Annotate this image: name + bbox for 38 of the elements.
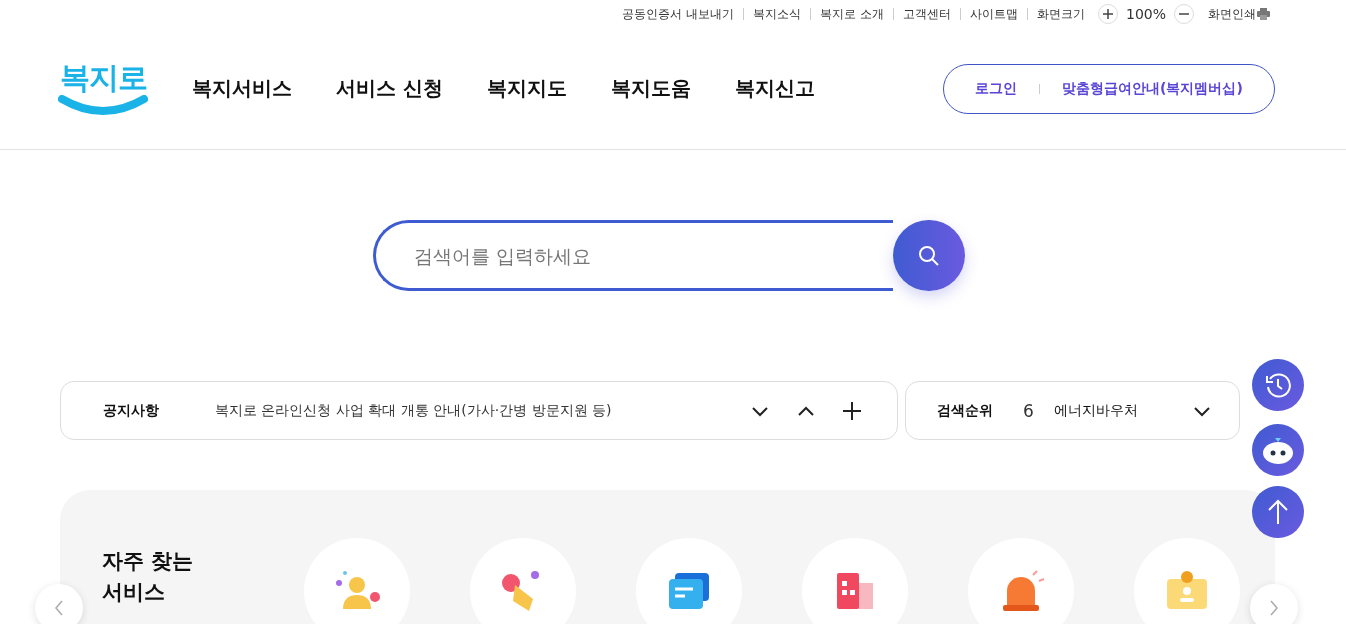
nav-item[interactable]: 복지지도: [486, 75, 567, 102]
utility-link[interactable]: 공동인증서 내보내기: [613, 8, 744, 20]
search-button[interactable]: [893, 220, 965, 291]
plus-icon: [1102, 9, 1113, 19]
nav-item[interactable]: 복지도움: [610, 75, 691, 102]
print-button[interactable]: 화면인쇄: [1208, 5, 1270, 23]
arrow-up-icon: [1266, 498, 1290, 526]
chevron-left-icon: [54, 599, 64, 617]
top-button[interactable]: [1252, 486, 1304, 538]
history-icon: [1264, 371, 1292, 399]
zoom-label: 화면크기: [1026, 8, 1094, 20]
utility-link[interactable]: 복지소식: [743, 8, 811, 20]
member-link[interactable]: 로그인: [975, 79, 1018, 98]
robot-icon: [1261, 435, 1295, 465]
nav-item[interactable]: 복지신고: [734, 75, 815, 102]
utility-link[interactable]: 고객센터: [892, 8, 960, 20]
zoom-value: 100%: [1125, 6, 1166, 22]
utility-link[interactable]: 사이트맵: [959, 8, 1027, 20]
plus-icon: [843, 401, 861, 420]
rank-term[interactable]: 에너지바우처: [1053, 401, 1138, 420]
nav-item[interactable]: 서비스 신청: [336, 75, 443, 102]
notice-label: 공지사항: [103, 401, 160, 420]
search-icon: [917, 243, 941, 268]
chevron-right-icon: [1269, 599, 1279, 617]
services-title: 자주 찾는 서비스: [102, 548, 195, 606]
notice-link[interactable]: 복지로 온라인신청 사업 확대 개통 안내(가사·간병 방문지원 등): [215, 401, 612, 420]
zoom-out-button[interactable]: [1174, 4, 1194, 24]
member-link[interactable]: 맞춤형급여안내(복지멤버십): [1062, 79, 1243, 98]
printer-icon: [1257, 8, 1270, 20]
zoom-in-button[interactable]: [1097, 4, 1118, 24]
chatbot-button[interactable]: [1252, 424, 1304, 476]
nav-item[interactable]: 복지서비스: [192, 75, 292, 102]
utility-link[interactable]: 복지로 소개: [810, 8, 893, 20]
search-field[interactable]: 검색어를 입력하세요: [373, 220, 893, 291]
smile-icon: [58, 94, 148, 117]
rank-number: 6: [1023, 400, 1034, 421]
history-button[interactable]: [1252, 359, 1304, 411]
rank-label: 검색순위: [937, 401, 993, 420]
